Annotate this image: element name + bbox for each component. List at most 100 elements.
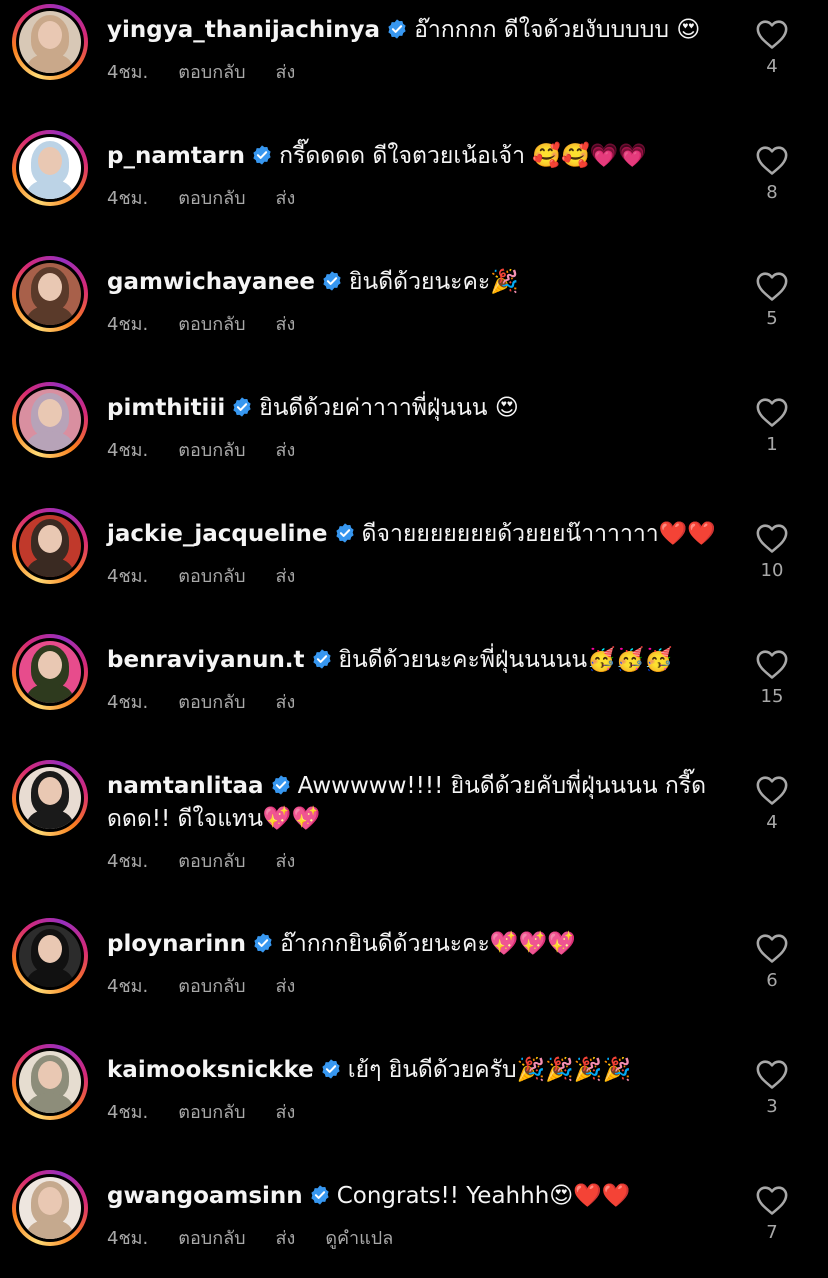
avatar-face: [38, 1061, 62, 1089]
username-link[interactable]: namtanlitaa: [107, 773, 264, 799]
send-button[interactable]: ส่ง: [276, 309, 296, 338]
like-count: 3: [766, 1096, 778, 1117]
avatar-body: [27, 179, 73, 199]
comment-line: gwangoamsinn Congrats!! Yeahhh😍❤️❤️: [107, 1180, 727, 1213]
avatar-image: [19, 11, 81, 73]
verified-badge-icon: [335, 523, 354, 543]
like-control: 10: [754, 522, 790, 581]
avatar-image: [19, 641, 81, 703]
send-button[interactable]: ส่ง: [276, 687, 296, 716]
reply-button[interactable]: ตอบกลับ: [178, 846, 245, 875]
send-button[interactable]: ส่ง: [276, 561, 296, 590]
avatar[interactable]: [12, 4, 88, 80]
avatar-border: [16, 260, 84, 328]
avatar[interactable]: [12, 256, 88, 332]
like-control: 6: [754, 932, 790, 991]
comment-line: gamwichayanee ยินดีด้วยนะคะ🎉: [107, 266, 727, 299]
avatar-face: [38, 399, 62, 427]
comment-text: กรี๊ดดดด ดีใจตวยเน้อเจ้า 🥰🥰💗💗: [279, 143, 647, 169]
avatar[interactable]: [12, 382, 88, 458]
heart-icon[interactable]: [755, 1058, 789, 1090]
username-link[interactable]: benraviyanun.t: [107, 647, 305, 673]
comment-content: namtanlitaa Awwwww!!!! ยินดีด้วยคับพี่ฝุ่…: [107, 770, 727, 872]
username-link[interactable]: p_namtarn: [107, 143, 245, 169]
like-control: 7: [754, 1184, 790, 1243]
username-link[interactable]: kaimooksnickke: [107, 1057, 314, 1083]
send-button[interactable]: ส่ง: [276, 971, 296, 1000]
username-link[interactable]: yingya_thanijachinya: [107, 17, 380, 43]
avatar[interactable]: [12, 508, 88, 584]
username-link[interactable]: jackie_jacqueline: [107, 521, 328, 547]
see-translation-button[interactable]: ดูคำแปล: [325, 1223, 393, 1252]
avatar-image: [19, 515, 81, 577]
like-count: 15: [760, 686, 784, 707]
avatar-face: [38, 935, 62, 963]
avatar-body: [27, 53, 73, 73]
avatar-border: [16, 764, 84, 832]
username-link[interactable]: ploynarinn: [107, 931, 246, 957]
avatar-body: [27, 683, 73, 703]
comment-meta: 4ชม. ตอบกลับ ส่ง: [107, 687, 727, 713]
comment-meta: 4ชม. ตอบกลับ ส่ง ดูคำแปล: [107, 1223, 727, 1249]
like-control: 5: [754, 270, 790, 329]
reply-button[interactable]: ตอบกลับ: [178, 687, 245, 716]
avatar-face: [38, 777, 62, 805]
username-link[interactable]: gamwichayanee: [107, 269, 315, 295]
reply-button[interactable]: ตอบกลับ: [178, 971, 245, 1000]
send-button[interactable]: ส่ง: [276, 57, 296, 86]
reply-button[interactable]: ตอบกลับ: [178, 561, 245, 590]
send-button[interactable]: ส่ง: [276, 435, 296, 464]
avatar-face: [38, 273, 62, 301]
avatar-face: [38, 651, 62, 679]
send-button[interactable]: ส่ง: [276, 1097, 296, 1126]
comment-time: 4ชม.: [107, 1102, 149, 1123]
comment-content: p_namtarn กรี๊ดดดด ดีใจตวยเน้อเจ้า 🥰🥰💗💗 4ช…: [107, 140, 727, 209]
avatar[interactable]: [12, 918, 88, 994]
reply-button[interactable]: ตอบกลับ: [178, 309, 245, 338]
heart-icon[interactable]: [755, 396, 789, 428]
comment-time: 4ชม.: [107, 692, 149, 713]
send-button[interactable]: ส่ง: [276, 183, 296, 212]
verified-badge-icon: [233, 397, 251, 417]
reply-button[interactable]: ตอบกลับ: [178, 57, 245, 86]
avatar-border: [16, 638, 84, 706]
reply-button[interactable]: ตอบกลับ: [178, 1223, 245, 1252]
avatar[interactable]: [12, 1044, 88, 1120]
heart-icon[interactable]: [755, 1184, 789, 1216]
heart-icon[interactable]: [755, 932, 789, 964]
reply-button[interactable]: ตอบกลับ: [178, 183, 245, 212]
username-link[interactable]: pimthitiii: [107, 395, 225, 421]
verified-badge-icon: [312, 649, 331, 669]
comment-text: ยินดีด้วยค่าาาาพี่ฝุ่นนน 😍: [259, 395, 519, 421]
heart-icon[interactable]: [755, 648, 789, 680]
comment-text: อ๊ากกกก ดีใจด้วยงับบบบบ 😍: [414, 17, 701, 43]
heart-icon[interactable]: [755, 774, 789, 806]
avatar[interactable]: [12, 634, 88, 710]
avatar-body: [27, 431, 73, 451]
verified-badge-icon: [311, 1185, 329, 1205]
username-link[interactable]: gwangoamsinn: [107, 1183, 303, 1209]
comment-line: pimthitiii ยินดีด้วยค่าาาาพี่ฝุ่นนน 😍: [107, 392, 727, 425]
verified-badge-icon: [254, 933, 272, 953]
comment-meta: 4ชม. ตอบกลับ ส่ง: [107, 1097, 727, 1123]
heart-icon[interactable]: [755, 144, 789, 176]
avatar[interactable]: [12, 1170, 88, 1246]
avatar[interactable]: [12, 760, 88, 836]
avatar-body: [27, 557, 73, 577]
avatar-face: [38, 1187, 62, 1215]
like-control: 3: [754, 1058, 790, 1117]
verified-badge-icon: [323, 271, 341, 291]
reply-button[interactable]: ตอบกลับ: [178, 435, 245, 464]
send-button[interactable]: ส่ง: [276, 846, 296, 875]
heart-icon[interactable]: [755, 18, 789, 50]
avatar-face: [38, 147, 62, 175]
comment-text: ยินดีด้วยนะคะพี่ฝุ่นนนนน🥳🥳🥳: [338, 647, 673, 673]
send-button[interactable]: ส่ง: [276, 1223, 296, 1252]
reply-button[interactable]: ตอบกลับ: [178, 1097, 245, 1126]
heart-icon[interactable]: [755, 270, 789, 302]
verified-badge-icon: [253, 145, 271, 165]
comment-line: p_namtarn กรี๊ดดดด ดีใจตวยเน้อเจ้า 🥰🥰💗💗: [107, 140, 727, 173]
avatar[interactable]: [12, 130, 88, 206]
heart-icon[interactable]: [755, 522, 789, 554]
like-count: 6: [766, 970, 778, 991]
